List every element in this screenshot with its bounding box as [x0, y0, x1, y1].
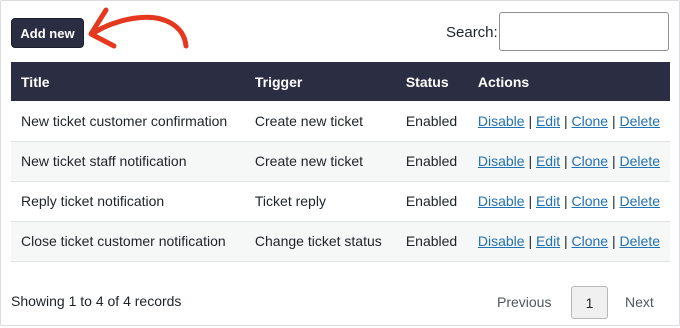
delete-link[interactable]: Delete: [620, 193, 660, 209]
row-status: Enabled: [405, 153, 458, 169]
row-trigger: Ticket reply: [254, 193, 326, 209]
column-header-trigger: Trigger: [254, 73, 303, 90]
table-row: New ticket customer confirmation Create …: [11, 101, 670, 141]
notifications-table: Title Trigger Status Actions New ticket …: [11, 62, 670, 262]
separator: |: [528, 112, 533, 129]
separator: |: [528, 153, 533, 169]
row-trigger: Create new ticket: [254, 112, 364, 129]
column-header-title: Title: [21, 73, 50, 90]
search-label: Search:: [446, 24, 498, 41]
column-header-status: Status: [405, 73, 449, 90]
table-header-row: Title Trigger Status Actions: [11, 62, 670, 101]
row-title: Close ticket customer notification: [21, 233, 226, 249]
delete-link[interactable]: Delete: [620, 153, 660, 169]
separator: |: [612, 153, 616, 169]
edit-link[interactable]: Edit: [536, 193, 560, 209]
separator: |: [612, 233, 616, 249]
clone-link[interactable]: Clone: [572, 113, 609, 129]
current-page-button[interactable]: 1: [571, 286, 608, 319]
edit-link[interactable]: Edit: [536, 113, 560, 129]
edit-link[interactable]: Edit: [536, 153, 560, 169]
separator: |: [563, 153, 568, 169]
disable-link[interactable]: Disable: [478, 193, 525, 209]
row-title: Reply ticket notification: [21, 193, 165, 209]
disable-link[interactable]: Disable: [478, 113, 525, 129]
search-input[interactable]: [499, 12, 669, 51]
row-title: New ticket staff notification: [21, 153, 187, 169]
row-status: Enabled: [405, 112, 458, 129]
next-page-button[interactable]: Next: [625, 294, 654, 310]
separator: |: [563, 193, 568, 209]
add-new-button[interactable]: Add new: [11, 18, 84, 48]
row-trigger: Create new ticket: [254, 153, 364, 169]
row-status: Enabled: [405, 193, 458, 209]
separator: |: [528, 193, 533, 209]
separator: |: [612, 112, 616, 129]
separator: |: [612, 193, 616, 209]
row-actions: Disable | Edit | Clone | Delete: [468, 141, 670, 181]
row-actions: Disable | Edit | Clone | Delete: [468, 181, 670, 221]
arrow-annotation-icon: [88, 7, 189, 49]
row-actions: Disable | Edit | Clone | Delete: [468, 221, 670, 261]
clone-link[interactable]: Clone: [572, 153, 609, 169]
column-header-actions: Actions: [477, 73, 530, 90]
row-title: New ticket customer confirmation: [21, 112, 228, 129]
disable-link[interactable]: Disable: [478, 233, 525, 249]
clone-link[interactable]: Clone: [572, 193, 609, 209]
edit-link[interactable]: Edit: [536, 233, 560, 249]
delete-link[interactable]: Delete: [620, 233, 660, 249]
row-status: Enabled: [405, 233, 458, 249]
separator: |: [563, 112, 568, 129]
row-trigger: Change ticket status: [254, 233, 382, 249]
row-actions: Disable | Edit | Clone | Delete: [468, 101, 670, 141]
clone-link[interactable]: Clone: [572, 233, 609, 249]
disable-link[interactable]: Disable: [478, 153, 525, 169]
records-count-text: Showing 1 to 4 of 4 records: [11, 293, 182, 309]
table-row: Close ticket customer notification Chang…: [11, 221, 670, 261]
separator: |: [563, 233, 568, 249]
delete-link[interactable]: Delete: [620, 113, 660, 129]
table-row: New ticket staff notification Create new…: [11, 141, 670, 181]
previous-page-button[interactable]: Previous: [497, 294, 551, 310]
table-row: Reply ticket notification Ticket reply E…: [11, 181, 670, 221]
separator: |: [528, 233, 533, 249]
